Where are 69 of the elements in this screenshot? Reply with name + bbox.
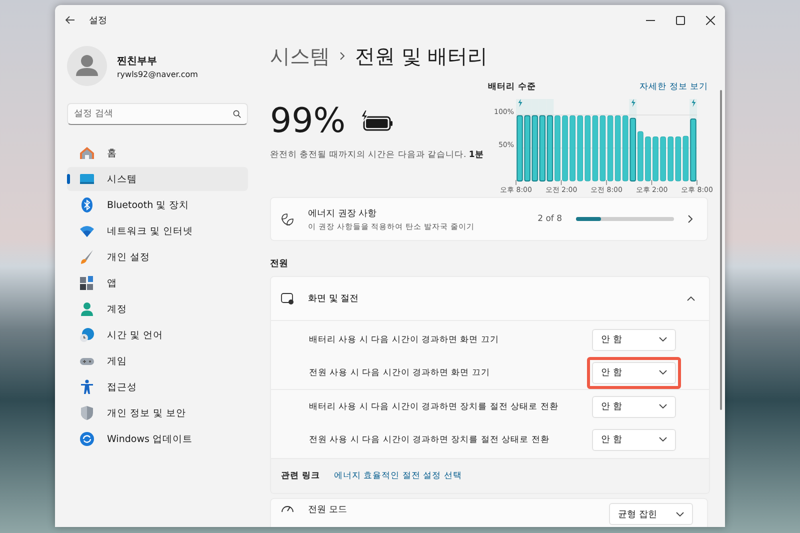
dropdown[interactable]: 균형 잡힌 <box>609 503 693 525</box>
sidebar-item[interactable]: 시간 및 언어 <box>67 323 248 347</box>
chevron-icon <box>659 404 667 409</box>
chevron-icon <box>676 512 684 516</box>
window-title: 설정 <box>89 14 107 26</box>
chevron-icon <box>687 296 695 301</box>
dropdown[interactable]: 안 함 <box>592 328 676 350</box>
details-link[interactable]: 자세한 정보 보기 <box>640 81 708 93</box>
close-icon <box>706 16 714 24</box>
person-icon <box>79 301 95 317</box>
dropdown[interactable]: 안 함 <box>592 396 676 418</box>
sidebar-item[interactable]: 네트워크 및 인터넷 <box>67 219 248 243</box>
chevron-icon <box>659 337 667 342</box>
chevron-right-icon <box>340 52 345 60</box>
sidebar-item[interactable]: Bluetooth 및 장치 <box>67 193 248 217</box>
power-settings-link[interactable]: 에너지 효율적인 절전 설정 선택 <box>334 470 462 482</box>
sidebar-item[interactable]: 게임 <box>67 349 248 373</box>
gauge-icon <box>281 503 294 515</box>
maximize-icon <box>676 16 684 24</box>
setting-label: 배터리 사용 시 다음 시간이 경과하면 화면 끄기 <box>309 334 499 346</box>
setting-label: 전원 사용 시 다음 시간이 경과하면 화면 끄기 <box>309 366 490 378</box>
dropdown[interactable]: 안 함 <box>592 428 676 450</box>
search-field[interactable]: 설정 검색 <box>67 103 248 125</box>
leaf-icon <box>281 212 294 226</box>
card-title: 전원 모드 <box>308 504 348 516</box>
card-title: 에너지 권장 사항 <box>308 208 378 220</box>
paintbrush-icon <box>79 249 95 265</box>
progress-count: 2 of 8 <box>538 214 562 224</box>
scrollbar-thumb[interactable] <box>720 90 722 410</box>
shield-icon <box>79 405 95 421</box>
back-arrow-icon[interactable] <box>65 16 75 24</box>
breadcrumb-parent[interactable]: 시스템 <box>270 42 330 70</box>
battery-icon <box>360 110 394 132</box>
profile-email: rywls92@naver.com <box>117 70 198 78</box>
sidebar-item[interactable]: 시스템 <box>67 167 248 191</box>
sidebar-item[interactable]: Windows 업데이트 <box>67 427 248 451</box>
setting-label: 전원 사용 시 다음 시간이 경과하면 장치를 절전 상태로 전환 <box>309 434 550 446</box>
bluetooth-icon <box>79 197 95 213</box>
page-title: 전원 및 배터리 <box>355 42 488 70</box>
sidebar-item[interactable]: 홈 <box>67 141 248 165</box>
profile-name: 찐친부부 <box>117 54 158 68</box>
accessibility-icon <box>79 379 95 395</box>
battery-percentage: 99% <box>270 101 346 141</box>
sidebar-item[interactable]: 계정 <box>67 297 248 321</box>
sidebar-item[interactable]: 개인 정보 및 보안 <box>67 401 248 425</box>
setting-label: 배터리 사용 시 다음 시간이 경과하면 장치를 절전 상태로 전환 <box>309 400 558 412</box>
monitor-icon <box>79 171 95 187</box>
charge-time-text: 완전히 충전될 때까지의 시간은 다음과 같습니다. 1분 <box>270 149 485 161</box>
lightning-icon <box>631 99 636 107</box>
related-links-label: 관련 링크 <box>281 470 320 482</box>
chart-title: 배터리 수준 <box>488 81 536 93</box>
globe-clock-icon <box>79 327 95 343</box>
lightning-icon <box>692 99 696 107</box>
search-icon <box>233 110 241 118</box>
apps-icon <box>79 275 95 291</box>
chevron-icon <box>659 370 667 375</box>
screen-sleep-header[interactable]: 화면 및 절전 <box>271 277 709 320</box>
monitor-moon-icon <box>281 292 294 304</box>
power-mode-card[interactable]: 전원 모드 균형 잡힌 <box>270 498 708 527</box>
sidebar-item[interactable]: 개인 설정 <box>67 245 248 269</box>
home-icon <box>79 145 95 161</box>
section-heading: 전원 <box>270 258 289 270</box>
sidebar-item[interactable]: 앱 <box>67 271 248 295</box>
chevron-icon <box>659 437 667 442</box>
sidebar-item[interactable]: 접근성 <box>67 375 248 399</box>
dropdown[interactable]: 안 함 <box>592 362 676 384</box>
chevron-right-icon <box>688 215 693 223</box>
sync-icon <box>79 431 95 447</box>
wifi-icon <box>79 223 95 239</box>
